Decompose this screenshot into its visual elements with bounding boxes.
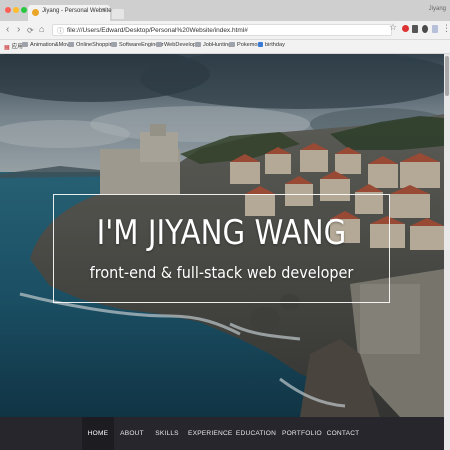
hero-title-frame: I'M JIYANG WANG front-end & full-stack w…	[53, 194, 390, 303]
browser-toolbar: ‹ › ⟳ ⌂ ⓘ file:///Users/Edward/Desktop/P…	[0, 21, 450, 40]
bookmark-icon	[258, 42, 263, 47]
tab-favicon-icon	[32, 9, 39, 16]
bookmark-apps[interactable]: ▦ 应用	[4, 42, 23, 51]
maximize-window-button[interactable]	[21, 7, 27, 13]
bookmark-label: Animation&Movie	[30, 42, 74, 48]
forward-icon[interactable]: ›	[17, 24, 20, 35]
reload-icon[interactable]: ⟳	[27, 25, 34, 36]
extension-dark-icon[interactable]	[412, 25, 418, 33]
page-scrollbar[interactable]	[444, 54, 450, 450]
nav-skills[interactable]: SKILLS	[153, 417, 181, 450]
browser-tab-active[interactable]: Jiyang - Personal Website ×	[28, 5, 112, 21]
bookmark-label: OnlineShopping	[76, 42, 116, 48]
hero-section: I'M JIYANG WANG front-end & full-stack w…	[0, 54, 444, 417]
address-bar[interactable]: ⓘ file:///Users/Edward/Desktop/Personal%…	[52, 24, 392, 36]
tab-close-icon[interactable]: ×	[102, 7, 106, 14]
bookmark-web-develope[interactable]: WebDevelope	[156, 42, 199, 48]
bookmarks-bar: ▦ 应用 Animation&Movie OnlineShopping Softw…	[0, 40, 450, 54]
bookmark-online-shopping[interactable]: OnlineShopping	[68, 42, 116, 48]
close-window-button[interactable]	[5, 7, 11, 13]
bookmark-animation-movie[interactable]: Animation&Movie	[22, 42, 74, 48]
back-icon[interactable]: ‹	[6, 24, 9, 35]
window-titlebar: Jiyang - Personal Website × Jiyang	[0, 0, 450, 21]
site-navbar: HOME ABOUT SKILLS EXPERIENCE EDUCATION P…	[0, 417, 444, 450]
extension-circle-icon[interactable]	[422, 25, 428, 33]
nav-experience[interactable]: EXPERIENCE	[188, 417, 232, 450]
nav-portfolio[interactable]: PORTFOLIO	[282, 417, 322, 450]
folder-icon	[156, 42, 162, 47]
bookmark-star-icon[interactable]: ☆	[389, 22, 397, 33]
extension-blue-icon[interactable]	[432, 25, 438, 33]
nav-contact[interactable]: CONTACT	[326, 417, 360, 450]
hero-subtitle: front-end & full-stack web developer	[89, 263, 354, 282]
hero-title: I'M JIYANG WANG	[96, 213, 347, 253]
nav-about[interactable]: ABOUT	[117, 417, 147, 450]
scrollbar-thumb[interactable]	[445, 56, 449, 96]
extension-red-icon[interactable]	[402, 25, 409, 32]
nav-home[interactable]: HOME	[82, 417, 114, 450]
url-text[interactable]: file:///Users/Edward/Desktop/Personal%20…	[67, 27, 248, 34]
bookmark-birthday[interactable]: birthday	[258, 42, 285, 48]
bookmark-label: birthday	[265, 42, 285, 48]
page-info-icon[interactable]: ⓘ	[57, 26, 64, 36]
new-tab-button[interactable]	[112, 9, 124, 19]
bookmark-label: JobHunting	[203, 42, 232, 48]
folder-icon	[68, 42, 74, 47]
bookmark-pokemon[interactable]: Pokemon	[229, 42, 261, 48]
folder-icon	[22, 42, 28, 47]
bookmark-job-hunting[interactable]: JobHunting	[195, 42, 231, 48]
folder-icon	[111, 42, 117, 47]
apps-grid-icon: ▦	[4, 45, 10, 51]
folder-icon	[195, 42, 201, 47]
home-icon[interactable]: ⌂	[39, 24, 44, 35]
menu-icon[interactable]: ⋮	[442, 23, 450, 34]
bookmark-label: WebDevelope	[164, 42, 200, 48]
folder-icon	[229, 42, 235, 47]
minimize-window-button[interactable]	[13, 7, 19, 13]
profile-name[interactable]: Jiyang	[429, 6, 446, 12]
nav-education[interactable]: EDUCATION	[235, 417, 277, 450]
